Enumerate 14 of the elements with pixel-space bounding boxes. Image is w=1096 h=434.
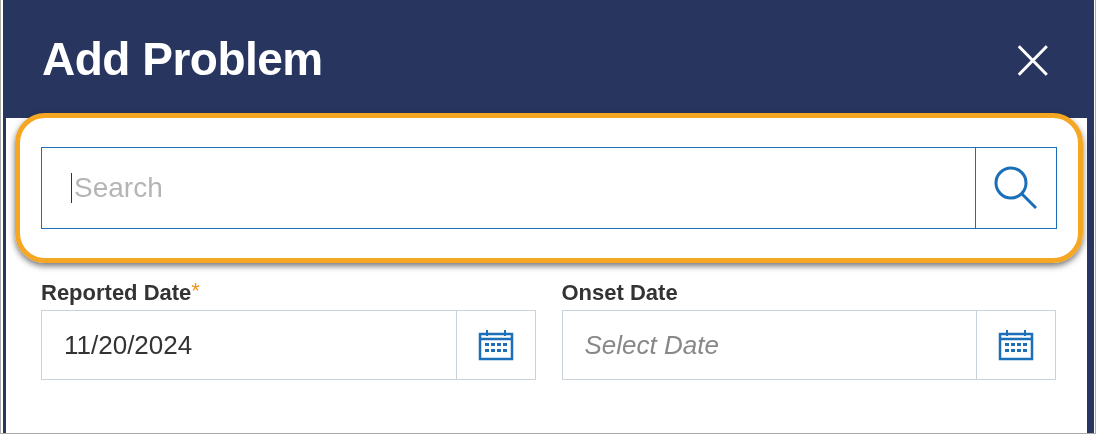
search-button[interactable] bbox=[975, 147, 1057, 229]
search-icon bbox=[993, 165, 1039, 211]
required-mark: * bbox=[191, 278, 200, 304]
dialog-title: Add Problem bbox=[42, 32, 323, 86]
calendar-icon bbox=[998, 329, 1034, 361]
date-input[interactable]: 11/20/2024 bbox=[41, 310, 456, 380]
date-input[interactable]: Select Date bbox=[561, 310, 976, 380]
field-label: Reported Date bbox=[41, 280, 192, 306]
calendar-button[interactable] bbox=[976, 310, 1056, 380]
calendar-icon bbox=[477, 329, 514, 361]
search-field[interactable]: Search bbox=[41, 147, 975, 229]
calendar-button[interactable] bbox=[455, 310, 536, 380]
field-label: Onset Date bbox=[561, 280, 678, 306]
close-button[interactable]: × bbox=[1008, 30, 1057, 88]
